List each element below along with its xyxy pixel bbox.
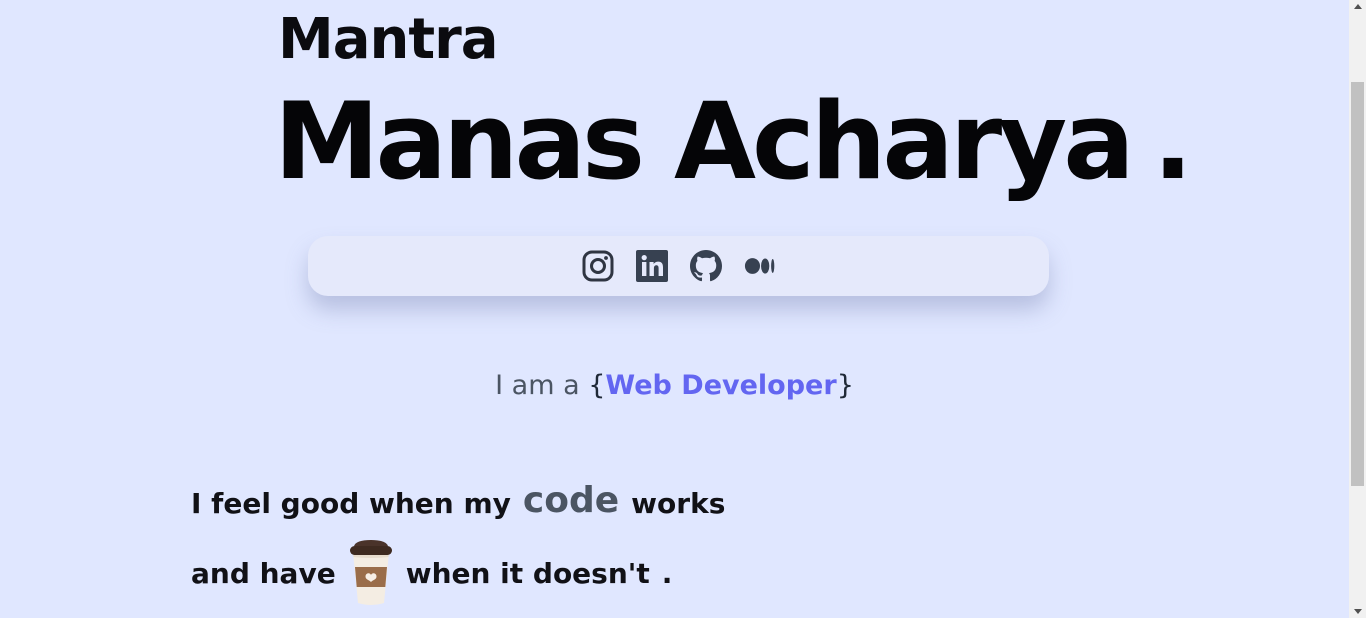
hero-name-text: Manas Acharya: [274, 80, 1135, 203]
tagline-open-brace: {: [588, 370, 606, 401]
scroll-down-arrow-icon[interactable]: [1354, 609, 1362, 614]
motto-line2-end: when it doesn't: [405, 556, 650, 590]
brand-logo[interactable]: Mantra: [278, 8, 499, 72]
tagline-prefix: I am a: [495, 370, 589, 401]
instagram-link[interactable]: [582, 250, 614, 282]
linkedin-icon: [635, 250, 668, 282]
instagram-icon: [582, 250, 613, 282]
linkedin-link[interactable]: [635, 250, 668, 282]
motto-line1-text: I feel good when my: [191, 486, 511, 520]
tagline-close-brace: }: [836, 370, 854, 401]
scroll-up-arrow-icon[interactable]: [1354, 4, 1362, 9]
medium-icon: [744, 258, 774, 274]
github-link[interactable]: [689, 250, 722, 282]
hero-dot: .: [1152, 80, 1193, 203]
tagline-role: Web Developer: [605, 370, 837, 401]
hero-name: Manas Acharya.: [274, 80, 1193, 203]
medium-link[interactable]: [744, 250, 776, 282]
motto-line1-end: works: [631, 486, 726, 520]
coffee-cup-icon: [349, 540, 392, 605]
motto-line-1: I feel good when my code works: [191, 478, 725, 528]
motto-line2-text: and have: [191, 556, 336, 590]
tagline: I am a {Web Developer}: [0, 366, 1349, 406]
github-icon: [689, 250, 722, 282]
page: Mantra Manas Acharya. I am a {Web Develo…: [0, 0, 1349, 618]
scrollbar-thumb[interactable]: [1351, 82, 1364, 486]
vertical-scrollbar[interactable]: [1349, 0, 1366, 618]
motto-line-2: and have when it doesn't .: [191, 540, 672, 606]
motto-end-dot: .: [661, 556, 673, 590]
social-links-bar: [308, 236, 1049, 296]
motto-code-word: code: [522, 479, 620, 521]
